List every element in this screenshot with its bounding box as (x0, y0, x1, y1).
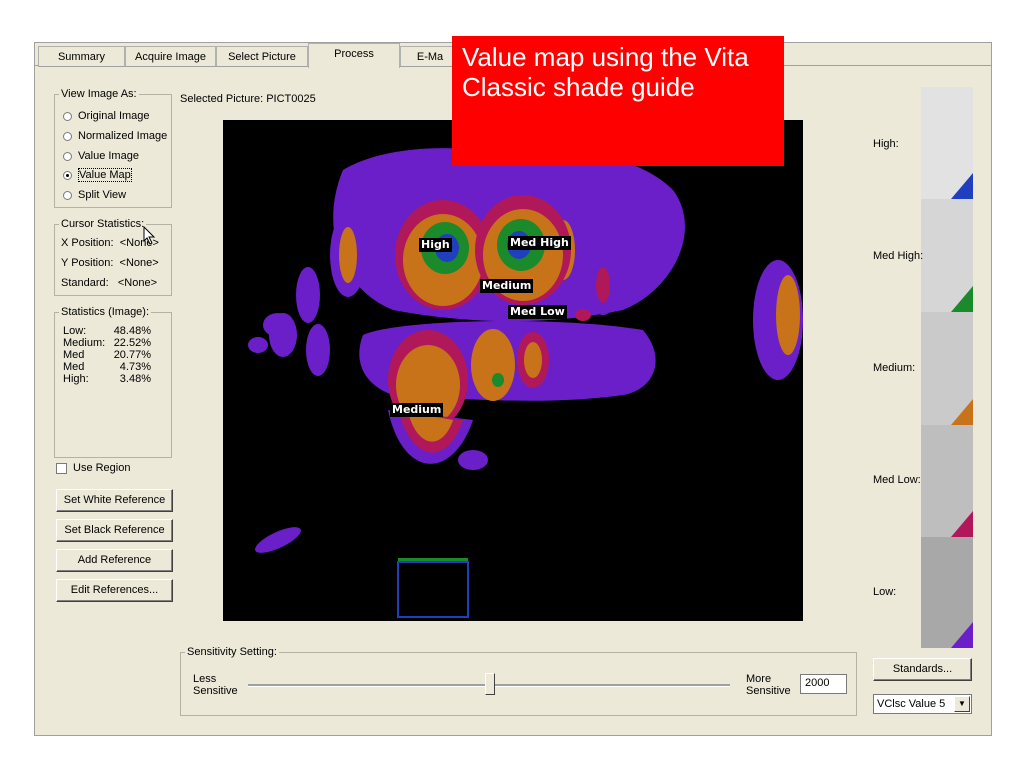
cursor-statistics-legend: Cursor Statistics: (59, 218, 147, 230)
stat-row: High: 3.48% (63, 373, 151, 385)
radio-original-image[interactable]: Original Image (63, 109, 150, 123)
standard-label-med-high: Med High: (873, 250, 924, 262)
map-label-med-low: Med Low (508, 305, 567, 319)
stat-row: Medium: 22.52% (63, 337, 151, 349)
add-reference-button[interactable]: Add Reference (56, 549, 173, 572)
stat-row: Low: 48.48% (63, 325, 151, 337)
selected-picture-label: Selected Picture: PICT0025 (180, 93, 316, 105)
standard-label-medium: Medium: (873, 362, 916, 374)
tab-process[interactable]: Process (308, 43, 400, 68)
med-low-color-icon (951, 511, 973, 537)
statistics-legend: Statistics (Image): (59, 306, 152, 318)
tab-select-picture[interactable]: Select Picture (216, 46, 308, 67)
sensitivity-value-input[interactable]: 2000 (800, 674, 847, 694)
radio-normalized-image[interactable]: Normalized Image (63, 129, 167, 143)
use-region-checkbox[interactable]: Use Region (56, 462, 130, 474)
radio-indicator (63, 131, 72, 141)
y-position-row: Y Position: <None> (61, 257, 159, 269)
standard-swatch-med-low (921, 425, 973, 537)
callout-overlay: Value map using the Vita Classic shade g… (452, 36, 784, 166)
tab-email[interactable]: E-Ma (400, 46, 460, 67)
radio-indicator (63, 111, 72, 121)
standard-label-high: High: (873, 138, 899, 150)
sensitivity-slider-thumb[interactable] (485, 673, 495, 695)
standard-label-med-low: Med Low: (873, 474, 921, 486)
radio-value-image[interactable]: Value Image (63, 149, 139, 163)
standard-swatch-low (921, 537, 973, 648)
set-black-reference-button[interactable]: Set Black Reference (56, 519, 173, 542)
radio-indicator (63, 151, 72, 161)
set-white-reference-button[interactable]: Set White Reference (56, 489, 173, 512)
less-sensitive-label: Less Sensitive (193, 673, 238, 697)
checkbox-indicator (56, 462, 67, 474)
value-map-graphic (248, 148, 803, 618)
value-map-image[interactable]: High Med High Medium Med Low Medium (223, 120, 803, 621)
chevron-down-icon[interactable]: ▼ (954, 696, 970, 712)
statistics-group: Statistics (Image): Low: 48.48% Medium: 22… (54, 306, 172, 458)
view-image-as-legend: View Image As: (59, 88, 139, 100)
standard-row: Standard: <None> (61, 277, 158, 289)
stat-row: Med 20.77% (63, 349, 151, 361)
sensitivity-legend: Sensitivity Setting: (185, 646, 279, 658)
standard-select[interactable]: VClsc Value 5 ▼ (873, 694, 972, 714)
tab-summary[interactable]: Summary (38, 46, 125, 67)
med-high-color-icon (951, 286, 973, 312)
standard-label-low: Low: (873, 586, 897, 598)
tab-acquire-image[interactable]: Acquire Image (125, 46, 216, 67)
standard-swatch-med-high (921, 199, 973, 312)
standard-swatch-medium (921, 312, 973, 425)
low-color-icon (951, 622, 973, 648)
map-label-high: High (419, 238, 452, 252)
more-sensitive-label: More Sensitive (746, 673, 791, 697)
high-color-icon (951, 173, 973, 199)
map-label-medium-lower: Medium (390, 403, 444, 417)
mouse-pointer-icon (143, 226, 156, 245)
edit-references-button[interactable]: Edit References... (56, 579, 173, 602)
radio-value-map[interactable]: Value Map (63, 168, 132, 182)
radio-indicator (63, 190, 72, 200)
medium-color-icon (951, 399, 973, 425)
map-label-medium-upper: Medium (480, 279, 534, 293)
radio-indicator (63, 170, 72, 180)
map-label-med-high: Med High (508, 236, 571, 250)
radio-split-view[interactable]: Split View (63, 188, 126, 202)
standard-swatch-high (921, 87, 973, 199)
standards-button[interactable]: Standards... (873, 658, 972, 681)
view-image-as-group: View Image As: Original Image Normalized… (54, 88, 172, 208)
stat-row: Med 4.73% (63, 361, 151, 373)
